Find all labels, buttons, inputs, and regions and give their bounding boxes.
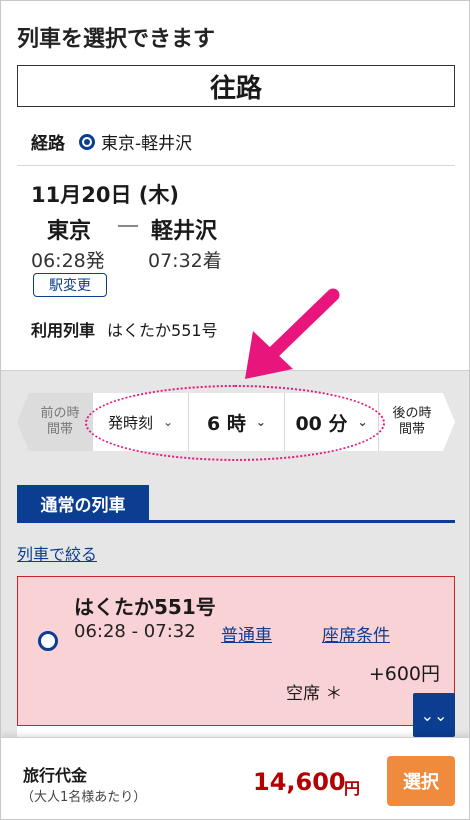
trip-direction: 往路 [17, 65, 455, 107]
train-select-radio[interactable] [38, 631, 58, 651]
fare-unit: 円 [344, 779, 361, 798]
seat-conditions-link[interactable]: 座席条件 [322, 621, 390, 646]
to-station: 軽井沢 [151, 219, 218, 244]
tab-regular-trains[interactable]: 通常の列車 [17, 485, 149, 521]
divider [17, 165, 455, 166]
filter-by-train-link[interactable]: 列車で絞る [17, 541, 97, 565]
prev-time-button[interactable]: 前の時間帯 [17, 393, 93, 451]
time-selector: 前の時間帯 発時刻 ⌄ 6 時 ⌄ 00 分 ⌄ 後の時間帯 [17, 393, 455, 451]
departure-time: 06:28発 [31, 250, 105, 272]
route-row: 経路 東京-軽井沢 [31, 129, 192, 154]
arrival-time: 07:32着 [148, 250, 222, 272]
seat-availability: 空席 ＊ [286, 684, 343, 704]
fare-label: 旅行代金 [23, 766, 88, 785]
chevron-down-icon: ⌄ [357, 415, 368, 429]
hour-select[interactable]: 6 時 ⌄ [189, 393, 285, 451]
chevron-down-icon: ⌄ [255, 415, 266, 429]
train-info-row: 利用列車 はくたか551号 [31, 317, 218, 341]
fare-note: （大人1名様あたり） [21, 790, 147, 805]
next-time-button[interactable]: 後の時間帯 [379, 393, 455, 451]
train-time: 06:28 ‐ 07:32 [74, 621, 196, 642]
fare-amount: 14,600 [253, 768, 346, 796]
double-chevron-down-icon: ⌄⌄ [420, 705, 448, 725]
next-time-label: 後の時間帯 [392, 405, 432, 437]
route-label: 経路 [31, 134, 65, 154]
time-kind-select[interactable]: 発時刻 ⌄ [93, 393, 189, 451]
fare-footer: 旅行代金 （大人1名様あたり） 14,600 円 選択 [1, 737, 469, 819]
route-value: 東京-軽井沢 [101, 134, 193, 154]
station-separator [118, 225, 138, 227]
select-button[interactable]: 選択 [387, 756, 455, 806]
chevron-down-icon: ⌄ [162, 415, 174, 429]
minute-value: 00 分 [295, 412, 348, 435]
prev-time-label: 前の時間帯 [40, 405, 80, 437]
extra-charge: +600円 [368, 663, 440, 685]
change-station-button[interactable]: 駅変更 [33, 273, 107, 297]
hour-value: 6 時 [207, 412, 246, 435]
train-label: 利用列車 [31, 321, 96, 340]
minute-select[interactable]: 00 分 ⌄ [285, 393, 379, 451]
car-class-link[interactable]: 普通車 [221, 621, 272, 646]
page: 列車を選択できます 往路 経路 東京-軽井沢 11月20日 (木) 東京 軽井沢… [0, 0, 470, 820]
train-result-card[interactable]: はくたか551号 06:28 ‐ 07:32 普通車 座席条件 +600円 空席… [17, 576, 455, 726]
from-station: 東京 [47, 219, 92, 244]
train-name: はくたか551号 [74, 595, 216, 619]
time-kind-value: 発時刻 [107, 413, 153, 432]
train-tabs: 通常の列車 [17, 485, 455, 523]
travel-date: 11月20日 (木) [31, 183, 179, 207]
page-title: 列車を選択できます [17, 27, 216, 52]
pointer-arrow-icon [245, 288, 340, 379]
trip-summary-panel: 列車を選択できます 往路 経路 東京-軽井沢 11月20日 (木) 東京 軽井沢… [1, 1, 469, 371]
train-value: はくたか551号 [107, 321, 218, 340]
route-radio-icon[interactable] [79, 133, 95, 150]
scroll-down-button[interactable]: ⌄⌄ [413, 693, 455, 737]
